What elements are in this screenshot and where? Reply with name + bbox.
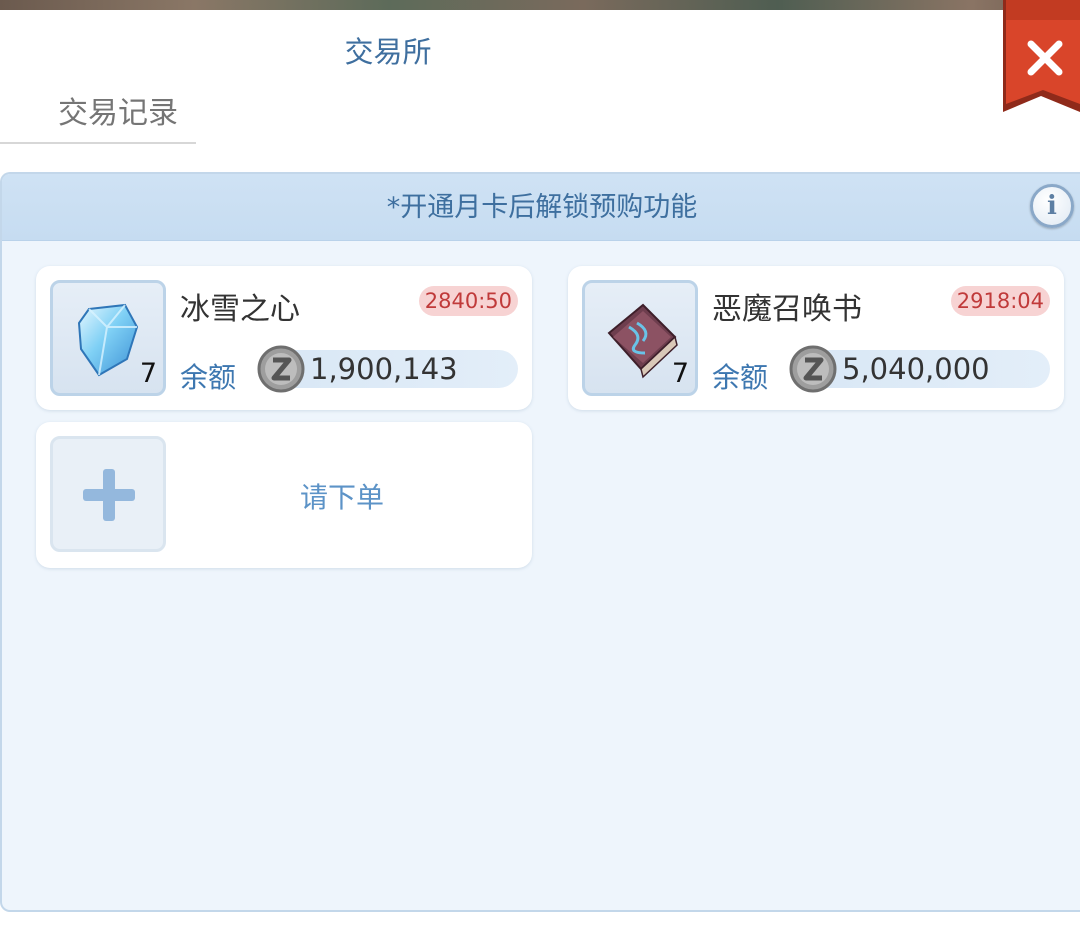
countdown-timer: 2840:50 [418, 286, 518, 316]
balance-label: 余额 [712, 361, 769, 394]
zeny-coin-icon [789, 345, 837, 393]
plus-icon [83, 469, 135, 521]
balance-value: 1,900,143 [310, 352, 458, 386]
close-icon [1003, 0, 1080, 112]
background-strip [0, 0, 1080, 10]
info-icon: i [1047, 191, 1057, 221]
tab-trade-records[interactable]: 交易记录 [0, 86, 196, 144]
add-order-slot [50, 436, 166, 552]
item-quantity: 7 [139, 358, 157, 389]
new-order-card[interactable]: 请下单 [36, 422, 532, 568]
item-name: 恶魔召唤书 [712, 292, 862, 327]
info-button[interactable]: i [1030, 184, 1074, 228]
item-slot: 7 [50, 280, 166, 396]
notice-text: *开通月卡后解锁预购功能 [386, 192, 698, 223]
balance-value: 5,040,000 [842, 352, 990, 386]
order-card[interactable]: 7 冰雪之心 2840:50 余额 1,900,143 [36, 266, 532, 410]
order-card[interactable]: 7 恶魔召唤书 2918:04 余额 5,040,000 [568, 266, 1064, 410]
demon-book-icon [607, 303, 678, 379]
notice-bar: *开通月卡后解锁预购功能 i [2, 174, 1080, 241]
page-title: 交易所 [344, 35, 432, 69]
close-button[interactable] [1001, 0, 1080, 116]
balance-label: 余额 [180, 361, 237, 394]
tab-label: 交易记录 [58, 96, 178, 131]
ice-crystal-icon [77, 303, 139, 377]
zeny-coin-icon [257, 345, 305, 393]
countdown-timer: 2918:04 [950, 286, 1050, 316]
item-name: 冰雪之心 [180, 292, 300, 327]
item-quantity: 7 [671, 358, 689, 389]
item-slot: 7 [582, 280, 698, 396]
place-order-text: 请下单 [300, 481, 385, 514]
